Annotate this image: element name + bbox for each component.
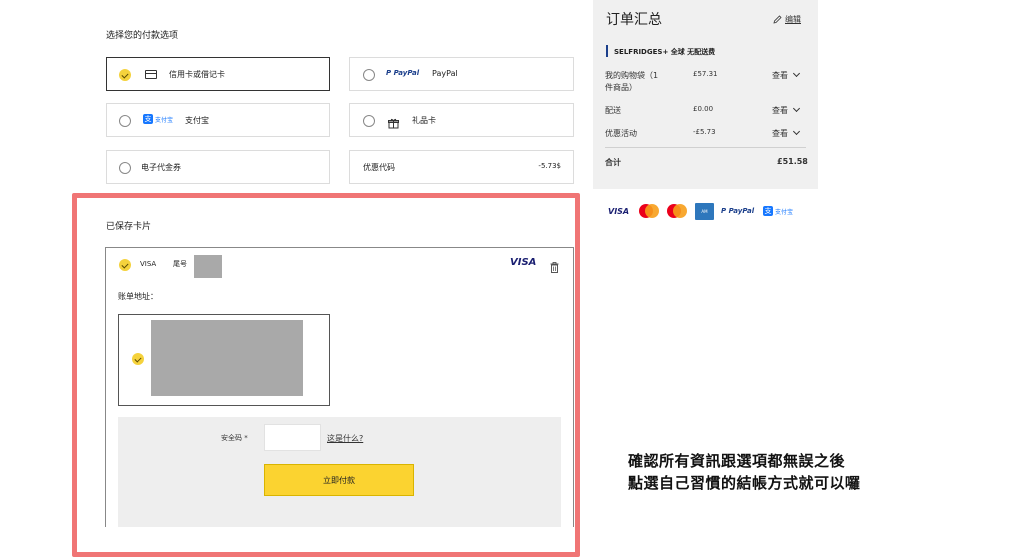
banner-bar xyxy=(606,45,608,57)
chevron-down-icon xyxy=(792,69,801,78)
address-redacted xyxy=(151,320,303,396)
order-summary: 订单汇总 编辑 SELFRIDGES+ 全球 无配送费 我的购物袋（1 件商品）… xyxy=(593,0,818,189)
saved-cards-title: 已保存卡片 xyxy=(106,222,152,232)
mastercard-icon xyxy=(638,201,660,221)
payment-options-title: 选择您的付款选项 xyxy=(106,31,179,41)
selected-check-icon xyxy=(132,353,144,365)
edit-link[interactable]: 编辑 xyxy=(773,14,801,25)
alipay-option-label: 支付宝 xyxy=(185,116,209,125)
total-value: £51.58 xyxy=(777,157,808,166)
bag-view-toggle[interactable]: 查看 xyxy=(772,69,801,81)
divider xyxy=(605,147,806,148)
card-option[interactable]: 信用卡或借记卡 xyxy=(106,57,330,91)
card-suffix-label: 尾号 xyxy=(173,260,187,268)
card-number-redacted xyxy=(194,255,222,278)
visa-logo-icon: VISA xyxy=(510,257,537,268)
radio-button[interactable] xyxy=(363,115,375,127)
gift-icon xyxy=(388,114,399,129)
alipay-logo-icon: 支 支付宝 xyxy=(143,114,174,124)
discount-value: -£5.73 xyxy=(693,128,716,136)
voucher-option[interactable]: 电子代金券 xyxy=(106,150,330,184)
pencil-icon xyxy=(773,15,782,24)
card-brand-label: VISA xyxy=(140,260,157,268)
giftcard-option[interactable]: 礼品卡 xyxy=(349,103,574,137)
radio-button[interactable] xyxy=(363,69,375,81)
bag-label: 我的购物袋（1 xyxy=(605,71,659,80)
security-code-label: 安全码 * xyxy=(221,434,248,442)
voucher-option-label: 电子代金券 xyxy=(141,163,181,172)
chevron-down-icon xyxy=(792,104,801,113)
radio-button[interactable] xyxy=(119,115,131,127)
paypal-logo-icon: P PayPal xyxy=(386,69,420,77)
pay-now-button[interactable]: 立即付款 xyxy=(264,464,414,496)
credit-card-icon xyxy=(145,70,157,79)
alipay-option[interactable]: 支 支付宝 支付宝 xyxy=(106,103,330,137)
paypal-option[interactable]: P PayPal PayPal xyxy=(349,57,574,91)
visa-icon: VISA xyxy=(608,206,630,216)
bag-value: £57.31 xyxy=(693,70,718,78)
amex-icon: AM xyxy=(695,201,714,221)
discount-view-toggle[interactable]: 查看 xyxy=(772,127,801,139)
promo-code-label: 优惠代码 xyxy=(363,163,395,172)
giftcard-option-label: 礼品卡 xyxy=(412,116,436,125)
paypal-option-label: PayPal xyxy=(432,69,458,78)
paypal-icon: P PayPal xyxy=(721,207,755,215)
trash-icon[interactable] xyxy=(550,258,559,273)
bag-label-line2: 件商品） xyxy=(605,83,637,92)
shipping-value: £0.00 xyxy=(693,105,714,113)
summary-title: 订单汇总 xyxy=(606,12,662,28)
total-label: 合计 xyxy=(605,158,621,167)
security-code-help-link[interactable]: 这是什么? xyxy=(327,433,363,444)
billing-address-label: 账单地址： xyxy=(118,292,158,301)
chevron-down-icon xyxy=(792,127,801,136)
discount-label: 优惠活动 xyxy=(605,129,637,138)
maestro-icon xyxy=(666,201,688,221)
instruction-note-line1: 確認所有資訊跟選項都無誤之後 xyxy=(628,452,846,470)
shipping-banner: SELFRIDGES+ 全球 无配送费 xyxy=(614,48,716,56)
payment-icons-row: VISA AM P PayPal 支支付宝 xyxy=(608,201,818,221)
selected-check-icon xyxy=(119,69,131,81)
selected-check-icon xyxy=(119,259,131,271)
security-code-input[interactable] xyxy=(264,424,321,451)
instruction-note-line2: 點選自己習慣的結帳方式就可以囉 xyxy=(628,474,861,492)
shipping-label: 配送 xyxy=(605,106,621,115)
alipay-icon: 支支付宝 xyxy=(763,206,794,216)
radio-button[interactable] xyxy=(119,162,131,174)
card-option-label: 信用卡或借记卡 xyxy=(169,70,225,79)
promo-code-option[interactable]: 优惠代码 -5.73$ xyxy=(349,150,574,184)
shipping-view-toggle[interactable]: 查看 xyxy=(772,104,801,116)
promo-code-value: -5.73$ xyxy=(538,162,561,170)
